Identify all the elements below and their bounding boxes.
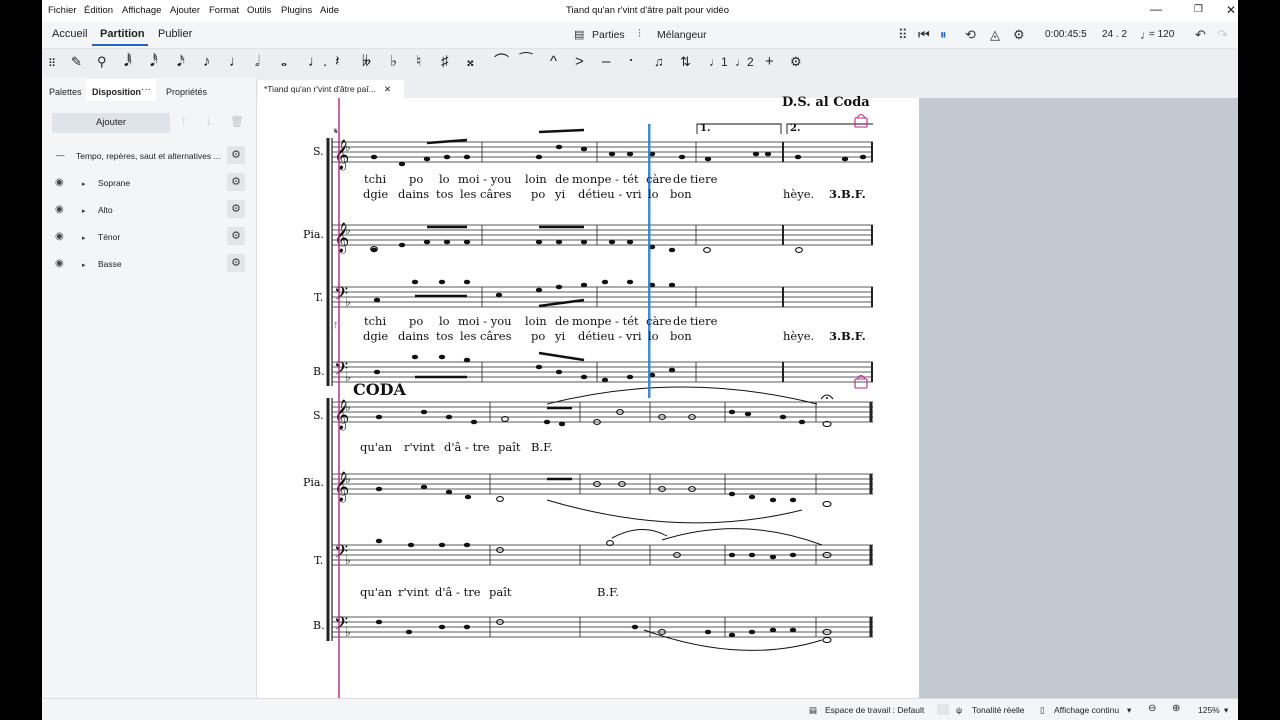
zoom-level[interactable]: 125% xyxy=(1198,705,1220,715)
lyric[interactable]: B.F. xyxy=(597,585,619,599)
lyric[interactable]: bon xyxy=(670,187,692,201)
lyric[interactable]: de xyxy=(673,314,687,328)
concert-pitch-checkbox[interactable] xyxy=(937,704,949,715)
lyric[interactable]: dains xyxy=(398,329,429,343)
system2-barlines xyxy=(489,402,873,637)
staff-label-tenor[interactable]: T. xyxy=(314,291,323,304)
tuning-fork-icon: ψ xyxy=(956,705,963,715)
page-view-icon: ▯ xyxy=(1040,705,1045,715)
lyric[interactable]: paît xyxy=(498,440,521,454)
svg-text:♭: ♭ xyxy=(345,400,351,414)
lyric[interactable]: tiere xyxy=(690,314,717,328)
staff-label-tenor[interactable]: T. xyxy=(314,554,323,567)
musescore-window: Fichier Édition Affichage Ajouter Format… xyxy=(42,0,1238,720)
svg-text:♭: ♭ xyxy=(345,140,351,154)
chevron-down-icon[interactable]: ▾ xyxy=(1224,705,1228,716)
lyric[interactable]: r'vint xyxy=(404,440,435,454)
volta-1-label[interactable]: 1. xyxy=(700,123,710,134)
lyric[interactable]: 3.B.F. xyxy=(829,187,866,201)
concert-pitch-toggle[interactable]: Tonalité réelle xyxy=(972,705,1024,715)
lyric[interactable]: détieu - vri xyxy=(578,187,642,201)
open-noteheads xyxy=(370,246,832,644)
fermata-dot xyxy=(826,397,828,399)
lyric[interactable]: paît xyxy=(489,585,512,599)
volta-2-label[interactable]: 2. xyxy=(790,123,800,134)
lyric[interactable]: lo xyxy=(648,329,659,343)
lyric[interactable]: lo xyxy=(648,187,659,201)
staff-label-bass[interactable]: B. xyxy=(313,619,325,632)
lyric[interactable]: dgie xyxy=(363,329,388,343)
lyric[interactable]: r'vint xyxy=(398,585,429,599)
clefs: 𝄞 𝄞 𝄢 𝄢 𝄞 𝄞 𝄢 𝄢 ♭ ♭ ♭ ♭ ♭ ♭ ♭ ♭ xyxy=(334,139,351,639)
measure-number: 𝄋 xyxy=(334,127,338,137)
lyric[interactable]: yi xyxy=(555,187,565,201)
zoom-out-icon[interactable]: ⊖ xyxy=(1148,703,1156,714)
lyric[interactable]: tiere xyxy=(690,172,717,186)
anchor-arrow-icon: ↑ xyxy=(333,319,339,331)
lyric[interactable]: les xyxy=(460,329,476,343)
lyric[interactable]: B.F. xyxy=(531,440,553,454)
lyric[interactable]: càre xyxy=(646,314,672,328)
coda-marking[interactable]: CODA xyxy=(353,380,406,399)
lyric[interactable]: qu'an xyxy=(360,440,392,454)
zoom-in-icon[interactable]: ⊕ xyxy=(1172,703,1180,714)
lyric[interactable]: les xyxy=(460,187,476,201)
lyric[interactable]: tos xyxy=(436,329,453,343)
lyric[interactable]: de xyxy=(555,172,569,186)
playback-cursor xyxy=(648,124,651,398)
lyric[interactable]: moi - you xyxy=(458,172,512,186)
lyric[interactable]: câres xyxy=(480,187,512,201)
lyric[interactable]: détieu - vri xyxy=(578,329,642,343)
svg-text:♭: ♭ xyxy=(345,223,351,237)
ds-al-coda-marking[interactable]: D.S. al Coda xyxy=(782,95,870,110)
lyric[interactable]: lo xyxy=(439,314,450,328)
staff-label-piano[interactable]: Pia. xyxy=(303,228,324,241)
system2-staff-lines xyxy=(332,401,873,638)
lyric[interactable]: po xyxy=(531,187,545,201)
lyric[interactable]: monpe - tét xyxy=(572,172,639,186)
workspace-selector[interactable]: Espace de travail : Default xyxy=(825,705,924,715)
lyric[interactable]: d'â - tre xyxy=(444,440,490,454)
slurs xyxy=(546,386,823,651)
lyric[interactable]: 3.B.F. xyxy=(829,329,866,343)
lyric[interactable]: moi - you xyxy=(458,314,512,328)
lyric[interactable]: tchi xyxy=(364,172,386,186)
lyric[interactable]: po xyxy=(409,172,423,186)
view-mode-selector[interactable]: Affichage continu xyxy=(1054,705,1119,715)
svg-text:♭: ♭ xyxy=(345,370,351,384)
lyric[interactable]: tchi xyxy=(364,314,386,328)
lyric[interactable]: lo xyxy=(439,172,450,186)
lyric[interactable]: loin xyxy=(525,172,547,186)
lyric[interactable]: càre xyxy=(646,172,672,186)
svg-text:♭: ♭ xyxy=(345,295,351,309)
svg-text:♭: ♭ xyxy=(345,625,351,639)
lyric[interactable]: dgie xyxy=(363,187,388,201)
lyric[interactable]: po xyxy=(531,329,545,343)
lyric[interactable]: monpe - tét xyxy=(572,314,639,328)
lyric[interactable]: tos xyxy=(436,187,453,201)
lyric[interactable]: d'â - tre xyxy=(435,585,481,599)
lyric[interactable]: bon xyxy=(670,329,692,343)
lyric[interactable]: de xyxy=(555,314,569,328)
staff-label-bass[interactable]: B. xyxy=(313,365,325,378)
lyric[interactable]: câres xyxy=(480,329,512,343)
staff-label-soprano[interactable]: S. xyxy=(313,409,324,422)
lyric[interactable]: de xyxy=(673,172,687,186)
staff-label-soprano[interactable]: S. xyxy=(313,145,324,158)
lyric[interactable]: qu'an xyxy=(360,585,392,599)
svg-text:♭: ♭ xyxy=(345,553,351,567)
staff-label-piano[interactable]: Pia. xyxy=(303,476,324,489)
system-brackets xyxy=(326,138,333,641)
lyric[interactable]: dains xyxy=(398,187,429,201)
lyric[interactable]: loin xyxy=(525,314,547,328)
lyric[interactable]: yi xyxy=(555,329,565,343)
svg-text:♭: ♭ xyxy=(345,472,351,486)
score-notation[interactable]: 𝄞 𝄞 𝄢 𝄢 𝄞 𝄞 𝄢 𝄢 ♭ ♭ ♭ ♭ ♭ ♭ ♭ ♭ ↑ 𝄋 xyxy=(42,0,1238,720)
workspace-icon: ▤ xyxy=(809,705,818,715)
lyric[interactable]: hèye. xyxy=(783,329,814,343)
lyric[interactable]: hèye. xyxy=(783,187,814,201)
lyric[interactable]: po xyxy=(409,314,423,328)
volta-brackets xyxy=(696,123,873,134)
chevron-down-icon[interactable]: ▾ xyxy=(1127,705,1131,716)
